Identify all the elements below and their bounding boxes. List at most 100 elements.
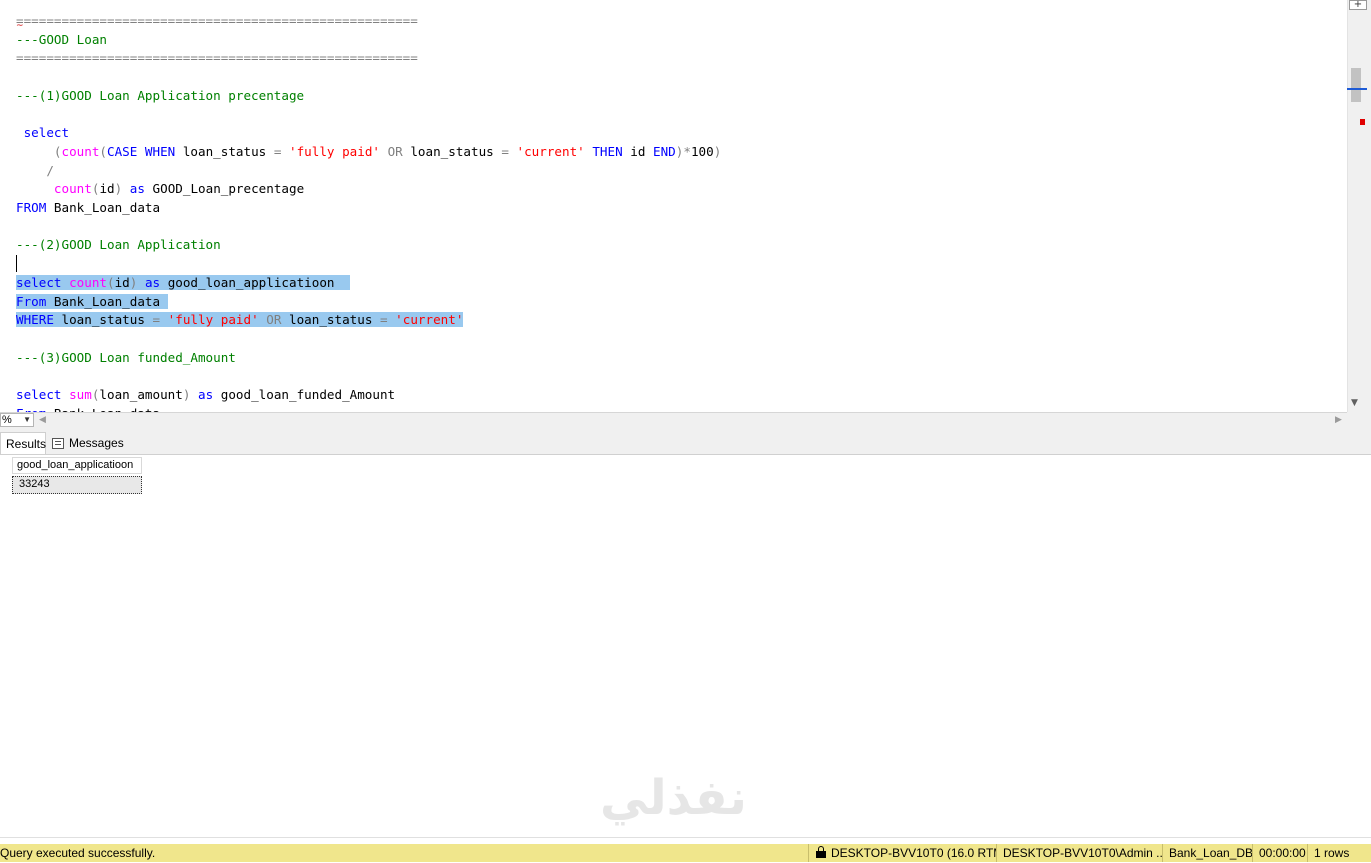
editor-horizontal-scrollbar[interactable]: [0, 412, 1347, 429]
code-line[interactable]: select count(id) as good_loan_applicatio…: [16, 273, 350, 292]
zoom-value: %: [2, 414, 12, 426]
query-editor[interactable]: ========================================…: [0, 0, 1347, 412]
code-token: ========================================…: [16, 13, 418, 28]
code-token: (: [107, 274, 115, 290]
code-line[interactable]: ========================================…: [16, 11, 418, 30]
code-line[interactable]: ---(3)GOOD Loan funded_Amount: [16, 348, 236, 367]
code-token: ---(3)GOOD Loan funded_Amount: [16, 349, 236, 365]
code-token: as: [129, 181, 153, 197]
code-token: 'current': [516, 143, 593, 159]
code-line[interactable]: (count(CASE WHEN loan_status = 'fully pa…: [16, 142, 721, 161]
code-token: id: [630, 143, 654, 159]
zoom-select[interactable]: % ▼: [0, 413, 34, 427]
code-token: /: [16, 162, 54, 178]
status-elapsed: 00:00:00: [1252, 844, 1307, 862]
code-line[interactable]: count(id) as GOOD_Loan_precentage: [16, 179, 304, 198]
code-line[interactable]: /: [16, 161, 54, 180]
code-token: )*: [675, 143, 691, 159]
code-token: =: [273, 143, 290, 159]
code-token: (: [99, 143, 108, 159]
scroll-right-arrow-icon[interactable]: ▶: [1335, 414, 1342, 425]
code-token: as: [198, 387, 221, 402]
status-database: Bank_Loan_DB: [1162, 844, 1252, 862]
pane-separator: [0, 837, 1371, 844]
code-token: END: [653, 143, 676, 159]
code-token: THEN: [592, 143, 631, 159]
code-token: as: [144, 274, 168, 290]
code-token: WHERE: [16, 312, 62, 328]
chevron-down-icon[interactable]: ▼: [23, 414, 31, 426]
code-token: loan_status: [182, 143, 274, 159]
code-token: loan_amount: [99, 387, 183, 402]
code-token: OR: [387, 143, 411, 159]
code-token: 'current': [395, 312, 464, 328]
code-token: ): [713, 143, 722, 159]
code-token: ========================================…: [16, 50, 418, 66]
code-token: select: [16, 387, 70, 402]
error-marker: [1360, 119, 1365, 125]
code-line[interactable]: From Bank_Loan_data: [16, 404, 160, 412]
code-token: loan_status: [61, 312, 153, 328]
code-token: id: [99, 181, 115, 197]
tab-messages-label: Messages: [69, 436, 124, 450]
scroll-down-arrow-icon[interactable]: ▼: [1351, 398, 1358, 408]
code-token: CASE WHEN: [107, 143, 183, 159]
vertical-scroll-thumb[interactable]: [1351, 68, 1361, 102]
code-line[interactable]: ========================================…: [16, 48, 418, 67]
grid-column-header[interactable]: good_loan_applicatioon: [12, 457, 142, 474]
watermark-logo: نفذلي: [600, 770, 747, 826]
code-token: loan_status: [289, 312, 380, 328]
tab-messages[interactable]: Messages: [52, 432, 124, 454]
grid-cell[interactable]: 33243: [12, 476, 142, 494]
code-token: =: [380, 312, 396, 328]
caret-position-marker: [1347, 88, 1367, 90]
status-user: DESKTOP-BVV10T0\Admin ...: [996, 844, 1162, 862]
code-token: Bank_Loan_data: [53, 293, 168, 309]
text-caret: [16, 255, 17, 272]
scroll-left-arrow-icon[interactable]: ◀: [39, 414, 46, 425]
code-token: =: [152, 312, 168, 328]
code-line[interactable]: ---GOOD Loan: [16, 30, 107, 49]
code-token: 100: [690, 143, 714, 159]
code-token: =: [501, 143, 517, 159]
code-token: count: [53, 181, 92, 197]
code-token: OR: [266, 312, 289, 328]
tab-results-label: Results: [6, 437, 47, 451]
code-token: 'fully paid': [289, 143, 388, 159]
code-token: select: [16, 125, 70, 141]
status-server: DESKTOP-BVV10T0 (16.0 RTM): [808, 844, 996, 862]
status-message: Query executed successfully.: [0, 846, 156, 860]
scroll-corner: [1347, 412, 1371, 429]
code-token: good_loan_funded_Amount: [220, 387, 396, 402]
code-token: 'fully paid': [167, 312, 267, 328]
code-token: Bank_Loan_data: [53, 200, 161, 215]
code-token: GOOD_Loan_precentage: [152, 181, 305, 197]
lock-icon: [816, 846, 826, 858]
code-line[interactable]: select: [16, 123, 70, 142]
split-editor-icon[interactable]: +: [1349, 0, 1367, 10]
code-token: ): [114, 181, 130, 197]
code-line[interactable]: ---(2)GOOD Loan Application: [16, 235, 221, 254]
code-token: ---(2)GOOD Loan Application: [16, 237, 221, 253]
code-token: select: [16, 274, 70, 290]
code-token: count: [61, 143, 100, 159]
code-token: FROM: [16, 200, 54, 215]
code-token: count: [69, 274, 107, 290]
status-server-label: DESKTOP-BVV10T0 (16.0 RTM): [831, 846, 996, 860]
code-line[interactable]: FROM Bank_Loan_data: [16, 198, 160, 217]
tab-results[interactable]: Results: [0, 432, 46, 454]
code-token: ): [129, 274, 145, 290]
status-rows: 1 rows: [1307, 844, 1371, 862]
code-token: sum: [69, 387, 92, 402]
code-line[interactable]: WHERE loan_status = 'fully paid' OR loan…: [16, 310, 464, 329]
code-line[interactable]: From Bank_Loan_data: [16, 292, 168, 311]
code-token: good_loan_applicatioon: [167, 274, 350, 290]
code-token: (: [16, 143, 62, 159]
code-line[interactable]: select sum(loan_amount) as good_loan_fun…: [16, 385, 395, 404]
editor-vertical-scrollbar[interactable]: [1347, 0, 1371, 412]
code-token: ): [182, 387, 198, 402]
code-line[interactable]: ---(1)GOOD Loan Application precentage: [16, 86, 304, 105]
code-token: ---(1)GOOD Loan Application precentage: [16, 87, 305, 103]
code-token: ---GOOD Loan: [16, 31, 107, 47]
